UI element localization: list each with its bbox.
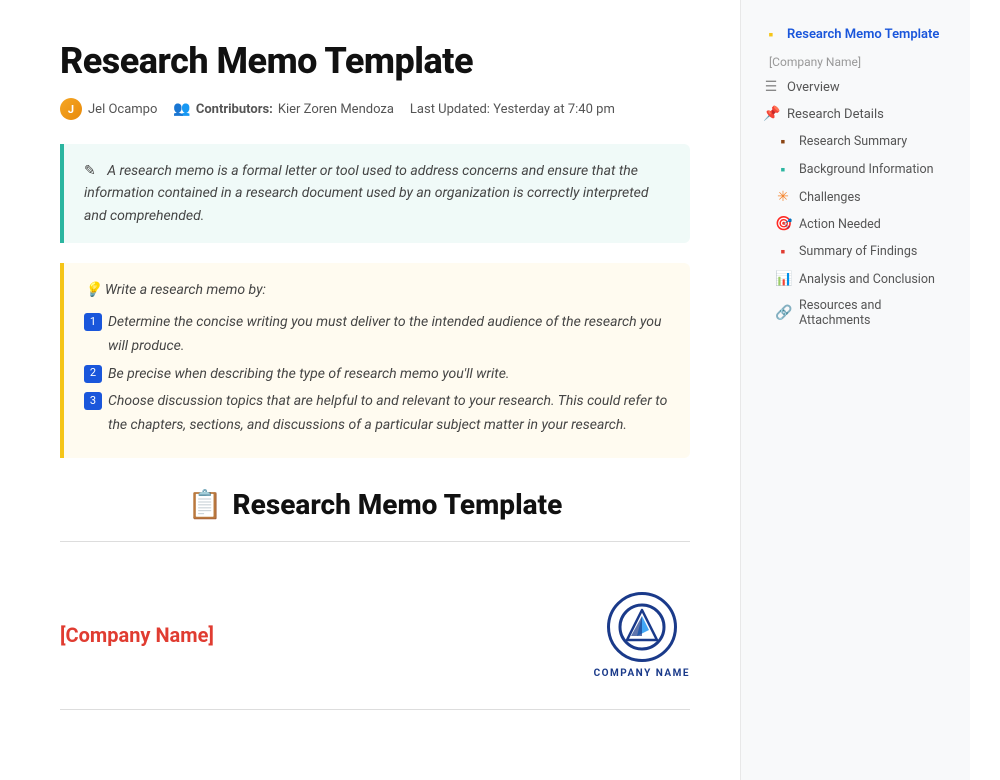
sidebar-company-name: [Company Name] xyxy=(741,49,970,73)
sidebar-label-analysis: Analysis and Conclusion xyxy=(799,272,935,287)
company-name-placeholder: [Company Name] xyxy=(60,623,214,647)
sidebar-label-memo: Research Memo Template xyxy=(787,27,939,42)
sidebar-item-challenges[interactable]: ✳ Challenges xyxy=(747,184,964,210)
contributors-icon: 👥 xyxy=(173,101,190,117)
company-section: [Company Name] COMPANY NAME xyxy=(60,572,690,709)
step-3-text: Choose discussion topics that are helpfu… xyxy=(108,390,670,438)
logo-svg xyxy=(617,602,667,652)
sidebar-item-research-summary[interactable]: ▪ Research Summary xyxy=(747,128,964,155)
teal-callout-text: A research memo is a formal letter or to… xyxy=(84,163,649,224)
sidebar: ▪ Research Memo Template [Company Name] … xyxy=(740,0,970,780)
sidebar-label-action: Action Needed xyxy=(799,217,881,232)
template-heading: 📋 Research Memo Template xyxy=(60,488,690,521)
yellow-callout-header: 💡 Write a research memo by: xyxy=(84,279,670,303)
template-title: Research Memo Template xyxy=(233,488,563,521)
sidebar-icon-action: 🎯 xyxy=(775,216,791,232)
author-info: J Jel Ocampo xyxy=(60,98,157,120)
step-num-1: 1 xyxy=(84,313,102,331)
contributors-names: Kier Zoren Mendoza xyxy=(278,102,394,117)
sidebar-label-resources: Resources and Attachments xyxy=(799,298,948,328)
step-1-text: Determine the concise writing you must d… xyxy=(108,311,670,359)
logo-text: COMPANY NAME xyxy=(594,668,690,679)
sidebar-icon-challenges: ✳ xyxy=(775,189,791,205)
sidebar-label-overview: Overview xyxy=(787,80,840,95)
sidebar-item-background-information[interactable]: ▪ Background Information xyxy=(747,156,964,183)
sidebar-item-overview[interactable]: ☰ Overview xyxy=(747,74,964,100)
contributors-label: Contributors: xyxy=(196,102,273,117)
sidebar-label-research-details: Research Details xyxy=(787,107,884,122)
template-section: 📋 Research Memo Template [Company Name] xyxy=(60,488,690,710)
last-updated: Last Updated: Yesterday at 7:40 pm xyxy=(410,102,615,117)
sidebar-item-summary-findings[interactable]: ▪ Summary of Findings xyxy=(747,238,964,265)
sidebar-label-research-summary: Research Summary xyxy=(799,134,907,149)
sidebar-icon-background: ▪ xyxy=(775,161,791,178)
sidebar-item-action-needed[interactable]: 🎯 Action Needed xyxy=(747,211,964,237)
yellow-callout-icon: 💡 xyxy=(84,282,101,298)
last-updated-value: Yesterday at 7:40 pm xyxy=(493,102,615,117)
sidebar-label-summary-findings: Summary of Findings xyxy=(799,244,917,259)
sidebar-icon-resources: 🔗 xyxy=(775,305,791,321)
page-title: Research Memo Template xyxy=(60,40,690,82)
sidebar-item-analysis-conclusion[interactable]: 📊 Analysis and Conclusion xyxy=(747,266,964,292)
sidebar-icon-research-summary: ▪ xyxy=(775,133,791,150)
step-num-2: 2 xyxy=(84,365,102,383)
sidebar-label-background: Background Information xyxy=(799,162,934,177)
step-2: 2 Be precise when describing the type of… xyxy=(84,363,670,387)
main-content: Research Memo Template J Jel Ocampo 👥 Co… xyxy=(0,0,740,780)
bottom-divider xyxy=(60,709,690,710)
sidebar-item-resources-attachments[interactable]: 🔗 Resources and Attachments xyxy=(747,293,964,333)
meta-bar: J Jel Ocampo 👥 Contributors: Kier Zoren … xyxy=(60,98,690,120)
sidebar-icon-overview: ☰ xyxy=(763,79,779,95)
callout-yellow: 💡 Write a research memo by: 1 Determine … xyxy=(60,263,690,458)
sidebar-icon-analysis: 📊 xyxy=(775,271,791,287)
sidebar-icon-memo: ▪ xyxy=(763,26,779,43)
step-2-text: Be precise when describing the type of r… xyxy=(108,363,510,387)
sidebar-icon-research-details: 📌 xyxy=(763,106,779,122)
company-logo xyxy=(607,592,677,662)
teal-callout-icon: ✎ xyxy=(84,163,96,179)
contributors-info: 👥 Contributors: Kier Zoren Mendoza xyxy=(173,101,394,117)
step-1: 1 Determine the concise writing you must… xyxy=(84,311,670,359)
author-name: Jel Ocampo xyxy=(88,102,157,117)
template-emoji: 📋 xyxy=(188,488,223,521)
step-3: 3 Choose discussion topics that are help… xyxy=(84,390,670,438)
sidebar-item-research-details[interactable]: 📌 Research Details xyxy=(747,101,964,127)
top-divider xyxy=(60,541,690,542)
avatar: J xyxy=(60,98,82,120)
sidebar-item-research-memo-template[interactable]: ▪ Research Memo Template xyxy=(747,21,964,48)
sidebar-label-challenges: Challenges xyxy=(799,190,861,205)
step-num-3: 3 xyxy=(84,392,102,410)
callout-teal: ✎ A research memo is a formal letter or … xyxy=(60,144,690,243)
sidebar-icon-summary-findings: ▪ xyxy=(775,243,791,260)
logo-container: COMPANY NAME xyxy=(594,592,690,679)
